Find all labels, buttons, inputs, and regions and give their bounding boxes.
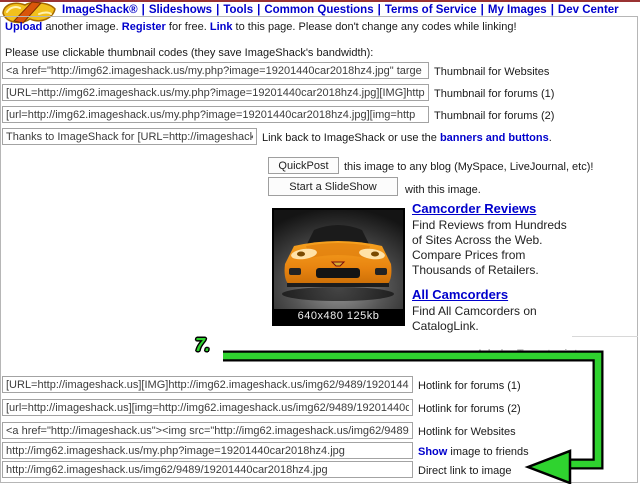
thumbnail-forums2-label: Thumbnail for forums (2) <box>434 110 554 122</box>
nav-item-common-questions[interactable]: Common Questions <box>264 4 373 16</box>
ad-link-all-camcorders[interactable]: All Camcorders <box>412 287 508 302</box>
quickpost-text: this image to any blog (MySpace, LiveJou… <box>344 161 593 173</box>
thumbnail-codes-heading: Please use clickable thumbnail codes (th… <box>5 47 373 59</box>
nav-separator: | <box>216 4 219 16</box>
divider-line <box>572 336 638 337</box>
nav-item-tools[interactable]: Tools <box>223 4 253 16</box>
uploaded-image-thumbnail[interactable]: 640x480 125kb <box>272 208 405 326</box>
ad-link-camcorder-reviews[interactable]: Camcorder Reviews <box>412 201 536 216</box>
hotlink-forums2-code-input[interactable] <box>2 399 413 416</box>
top-accent-line <box>0 0 640 2</box>
nav-item-slideshows[interactable]: Slideshows <box>149 4 212 16</box>
hotlink-websites-label: Hotlink for Websites <box>418 426 516 438</box>
hotlink-websites-code-input[interactable] <box>2 422 413 439</box>
nav-separator: | <box>481 4 484 16</box>
thumbnail-forums1-code-input[interactable] <box>2 84 429 101</box>
ad-block: Camcorder Reviews Find Reviews from Hund… <box>412 201 578 360</box>
nav-separator: | <box>378 4 381 16</box>
intro-text: for free. <box>169 21 207 33</box>
link-to-page-link[interactable]: Link <box>210 21 233 33</box>
hotlink-forums2-label: Hotlink for forums (2) <box>418 403 521 415</box>
thumbnail-forums2-code-input[interactable] <box>2 106 429 123</box>
ad-text: Find All Camcorders on CatalogLink. <box>412 304 578 334</box>
ads-by-targetpoint: Ads by Targetpoint <box>412 348 578 360</box>
hotlink-forums1-code-input[interactable] <box>2 376 413 393</box>
intro-line: Upload another image. Register for free.… <box>5 21 517 33</box>
nav-item-imageshack[interactable]: ImageShack® <box>62 4 138 16</box>
car-photo <box>274 210 403 309</box>
direct-link-label: Direct link to image <box>418 465 512 477</box>
nav-item-terms-of-service[interactable]: Terms of Service <box>385 4 477 16</box>
nav-item-my-images[interactable]: My Images <box>488 4 547 16</box>
nav-separator: | <box>257 4 260 16</box>
direct-link-code-input[interactable] <box>2 461 413 478</box>
register-link[interactable]: Register <box>122 21 166 33</box>
show-image-code-input[interactable] <box>2 442 413 459</box>
imageshack-results-page: ImageShack® | Slideshows | Tools | Common Ques… <box>0 0 640 484</box>
ad-text: Find Reviews from Hundreds of Sites Acro… <box>412 218 578 278</box>
show-image-label: Show image to friends <box>418 446 529 458</box>
linkback-label: Link back to ImageShack or use the banne… <box>262 132 552 144</box>
start-slideshow-button[interactable]: Start a SlideShow <box>268 177 398 196</box>
image-size-caption: 640x480 125kb <box>274 309 403 324</box>
thumbnail-websites-code-input[interactable] <box>2 62 429 79</box>
nav-separator: | <box>551 4 554 16</box>
hotlink-forums1-label: Hotlink for forums (1) <box>418 380 521 392</box>
step-number-annotation: 7. <box>195 335 210 356</box>
nav-separator: | <box>142 4 145 16</box>
intro-text: to this page. Please don't change any co… <box>236 21 517 33</box>
thumbnail-forums1-label: Thumbnail for forums (1) <box>434 88 554 100</box>
slideshow-text: with this image. <box>405 184 481 196</box>
banners-and-buttons-link[interactable]: banners and buttons <box>440 132 549 144</box>
quickpost-button[interactable]: QuickPost <box>268 157 339 174</box>
thumbnail-websites-label: Thumbnail for Websites <box>434 66 549 78</box>
nav-item-dev-center[interactable]: Dev Center <box>558 4 619 16</box>
linkback-code-input[interactable] <box>2 128 257 145</box>
intro-text: another image. <box>45 21 118 33</box>
show-link[interactable]: Show <box>418 446 447 458</box>
upload-link[interactable]: Upload <box>5 21 42 33</box>
top-navigation: ImageShack® | Slideshows | Tools | Common Ques… <box>62 4 619 16</box>
